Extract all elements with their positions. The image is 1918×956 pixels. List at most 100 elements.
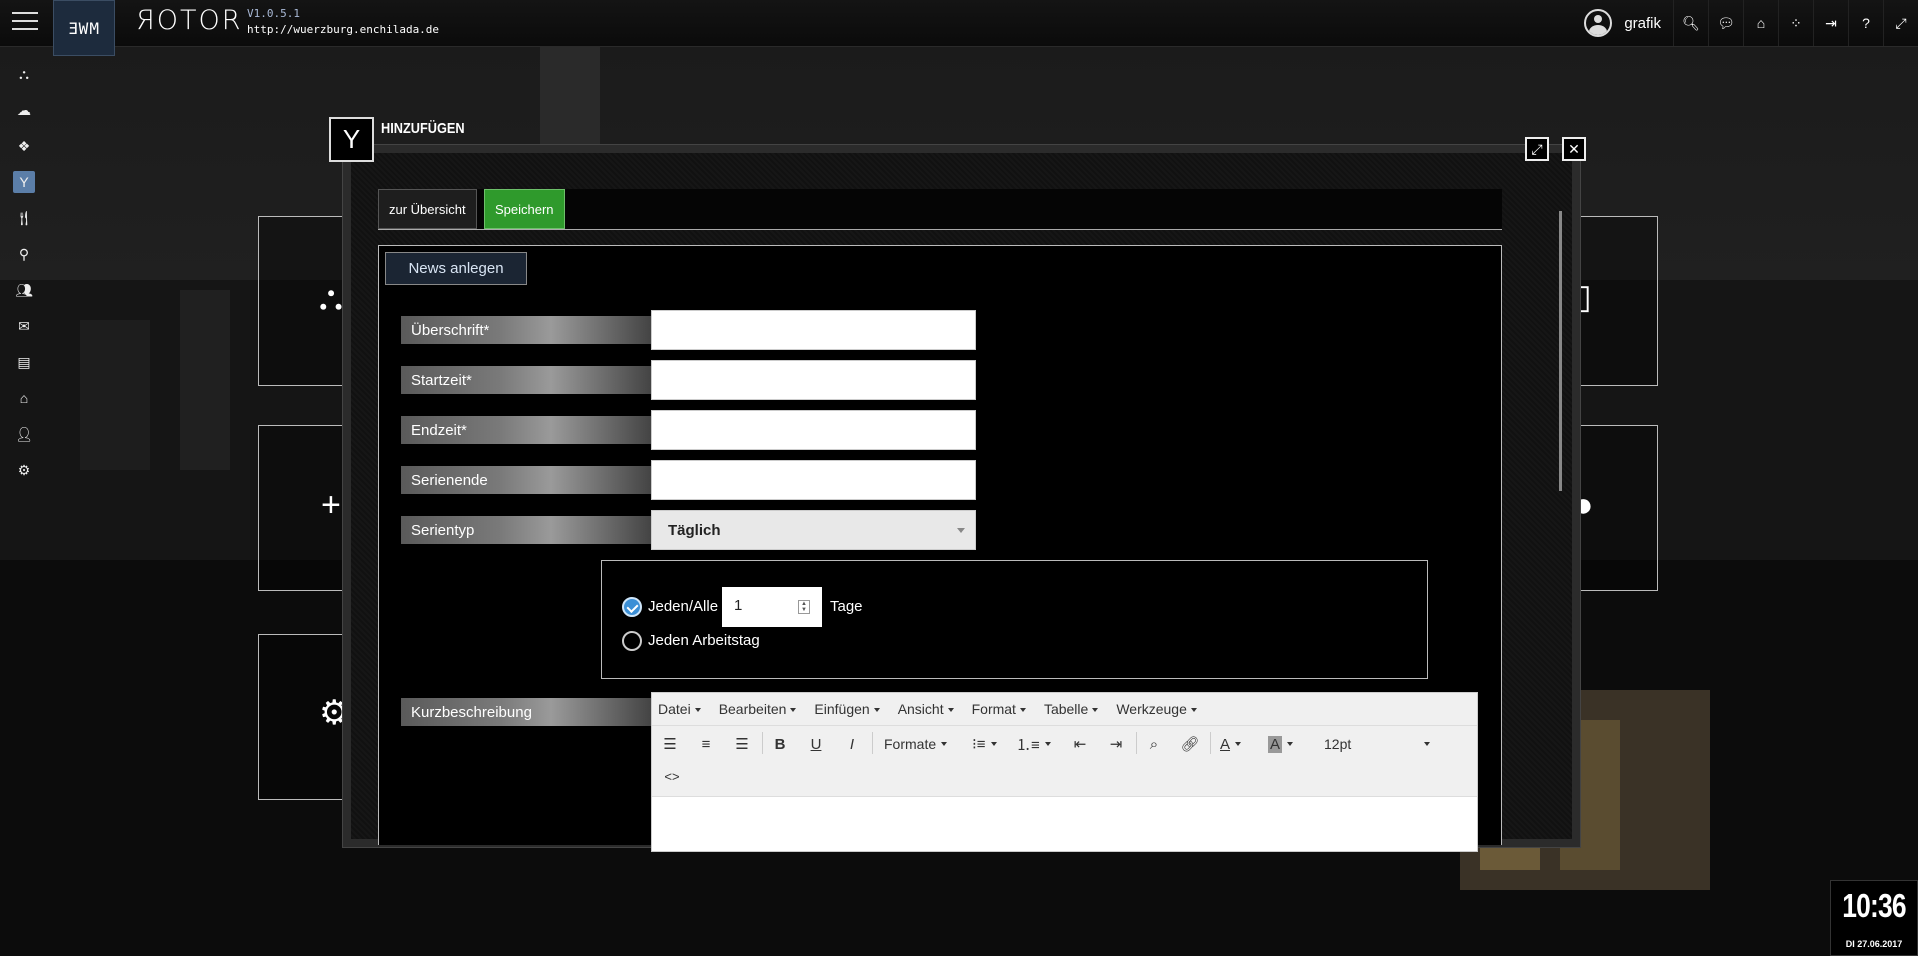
preview-icon[interactable]: ⌕ [1144,730,1164,758]
username[interactable]: grafik [1624,15,1661,32]
highlight-swatch: A [1268,735,1283,753]
align-center-icon[interactable]: ≡ [696,730,716,758]
menu-file[interactable]: Datei [658,701,701,717]
home-icon: ⌂ [19,390,29,406]
series-type-label: Serientyp [401,516,651,544]
avatar[interactable] [1584,9,1613,37]
series-type-value: Täglich [668,521,721,539]
sidebar-item-events[interactable]: Y [0,164,48,200]
underline-icon[interactable]: U [806,730,826,758]
link-icon[interactable]: 🔗︎ [1180,730,1200,758]
top-right-toolbar: grafik 🔍︎ 💬︎ ⌂ ⁘ ⇥ ? ⤢ [1584,0,1918,46]
dashboard-tile[interactable]: ▯ [1570,216,1658,386]
align-left-icon[interactable]: ☰ [660,730,680,758]
sidebar-item-locations[interactable]: ⚲ [0,236,48,272]
spinner-icon[interactable]: ⁘ [1778,0,1813,46]
logout-icon[interactable]: ⇥ [1813,0,1848,46]
headline-input[interactable] [651,310,976,350]
repeat-options: Jeden/Alle 1 ▲ ▼ Tage Jeden Arbeitstag [601,560,1428,679]
menu-edit[interactable]: Bearbeiten [719,701,797,717]
menu-table[interactable]: Tabelle [1044,701,1098,717]
series-end-input[interactable] [651,460,976,500]
end-time-input[interactable] [651,410,976,450]
sidebar-item-gastro[interactable]: 🍴︎ [0,200,48,236]
dialog-body: zur Übersicht Speichern News anlegen Übe… [351,153,1572,852]
company-logo[interactable]: ƎWM [53,0,115,56]
news-form-panel: News anlegen Überschrift* Startzeit* End… [378,245,1502,852]
outdent-icon[interactable]: ⇤ [1070,730,1090,758]
clock-widget: 10:36 DI 27.06.2017 [1830,880,1918,956]
expand-icon[interactable]: ⤢ [1883,0,1918,46]
dashboard-tile[interactable]: ⛬ [258,216,350,386]
scrollbar-thumb[interactable] [1559,211,1562,491]
sidebar-item-sitemap[interactable]: ⛬ [0,56,48,92]
toolbar-divider [1136,732,1137,754]
stepper-arrows-icon[interactable]: ▲ ▼ [798,600,810,614]
editor-menubar: Datei Bearbeiten Einfügen Ansicht Format… [652,693,1477,726]
close-icon[interactable]: ✕ [1562,137,1586,161]
dashboard-tile[interactable]: ● [1570,425,1658,591]
cutlery-icon: 🍴︎ [15,209,33,226]
scrollbar[interactable] [1559,195,1562,840]
cube-icon: ❖ [17,137,31,154]
hamburger-menu-icon[interactable] [12,12,38,32]
sidebar-item-users[interactable]: 👥︎ [0,272,48,308]
search-icon[interactable]: 🔍︎ [1673,0,1708,46]
start-time-input[interactable] [651,360,976,400]
series-type-select[interactable]: Täglich [651,510,976,550]
formats-dropdown[interactable]: Formate [884,730,947,758]
envelope-icon: ✉ [18,317,30,334]
sidebar-item-cube[interactable]: ❖ [0,128,48,164]
app-brand: ЯOTOR [136,5,243,36]
home-icon[interactable]: ⌂ [1743,0,1778,46]
dashboard-tile[interactable]: ⚙ [258,634,350,800]
indent-icon[interactable]: ⇥ [1106,730,1126,758]
start-time-label: Startzeit* [401,366,651,394]
short-description-label: Kurzbeschreibung [401,698,651,726]
end-time-label: Endzeit* [401,416,651,444]
sidebar-item-archive[interactable]: ▤ [0,344,48,380]
bold-icon[interactable]: B [770,730,790,758]
source-code-icon[interactable]: <> [660,762,684,790]
menu-format[interactable]: Format [972,701,1026,717]
map-marker-icon: ⚲ [18,245,30,262]
font-size-select[interactable]: 12pt [1324,730,1434,758]
toolbar-divider [762,732,763,754]
numbered-list-icon[interactable]: ⒈≡ [1016,730,1051,758]
maximize-icon[interactable]: ⤢ [1525,137,1549,161]
action-tabs: zur Übersicht Speichern [378,189,1502,230]
sidebar: ⛬ ☁ ❖ Y 🍴︎ ⚲ 👥︎ ✉ ▤ ⌂ 👤︎ ⚙ [0,56,48,488]
text-color-icon[interactable]: A [1220,730,1241,758]
sidebar-item-settings[interactable]: ⚙ [0,452,48,488]
sidebar-item-home[interactable]: ⌂ [0,380,48,416]
cocktail-icon: Y [13,171,35,193]
sidebar-item-mail[interactable]: ✉ [0,308,48,344]
interval-stepper[interactable]: 1 ▲ ▼ [722,587,822,627]
users-icon: 👥︎ [15,281,33,298]
help-icon[interactable]: ? [1848,0,1883,46]
chevron-down-icon [957,528,965,533]
headline-label: Überschrift* [401,316,651,344]
every-workday-radio[interactable] [622,631,642,651]
cocktail-icon: Y [329,117,374,162]
plus-icon: + [321,486,341,524]
back-to-overview-button[interactable]: zur Übersicht [378,189,477,229]
menu-view[interactable]: Ansicht [898,701,954,717]
sidebar-item-cloud[interactable]: ☁ [0,92,48,128]
sidebar-item-profile[interactable]: 👤︎ [0,416,48,452]
panel-title-button[interactable]: News anlegen [385,252,527,285]
italic-icon[interactable]: I [842,730,862,758]
menu-tools[interactable]: Werkzeuge [1116,701,1197,717]
align-right-icon[interactable]: ☰ [732,730,752,758]
background-color-icon[interactable]: A [1268,730,1293,758]
chat-icon[interactable]: 💬︎ [1708,0,1743,46]
save-button[interactable]: Speichern [484,189,565,229]
bullet-list-icon[interactable]: ⁝≡ [972,730,997,758]
add-dialog: zur Übersicht Speichern News anlegen Übe… [342,144,1581,852]
sitemap-icon: ⛬ [19,65,29,82]
dashboard-tile[interactable]: + [258,425,350,591]
clock-date: DI 27.06.2017 [1845,939,1903,949]
menu-insert[interactable]: Einfügen [814,701,879,717]
rich-text-editor: Datei Bearbeiten Einfügen Ansicht Format… [651,692,1478,852]
every-n-days-radio[interactable] [622,597,642,617]
